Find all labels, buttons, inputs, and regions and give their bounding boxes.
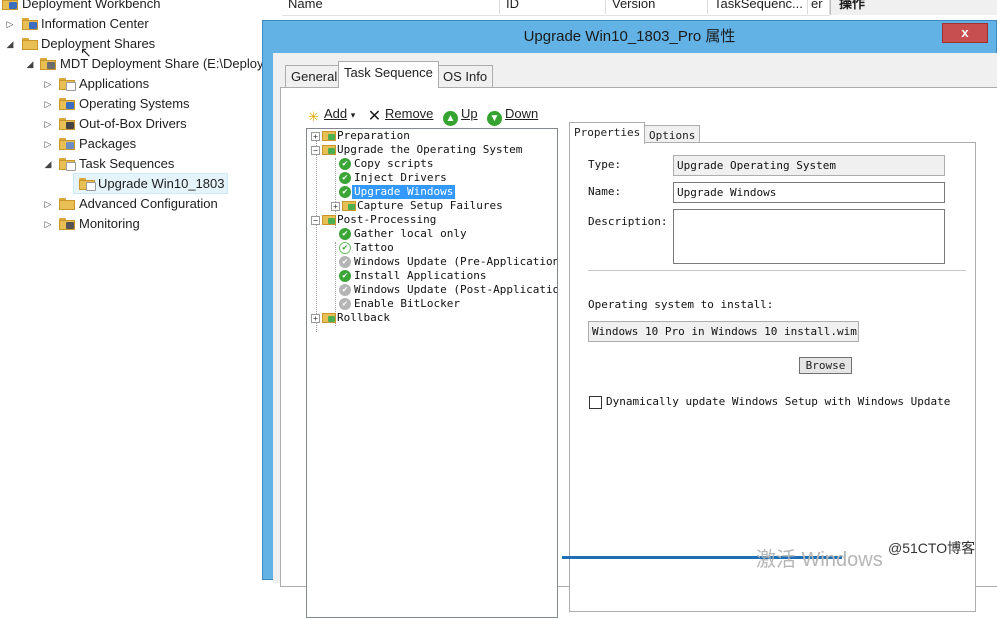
- console-tree: Deployment Workbench ▷ Information Cente…: [0, 0, 280, 569]
- column-header-id[interactable]: ID: [500, 0, 606, 14]
- sparkle-icon: ✳: [308, 109, 319, 124]
- remove-button[interactable]: ✕ Remove: [367, 104, 434, 125]
- group-folder-icon: [322, 145, 336, 155]
- check-icon: ✔: [339, 270, 351, 282]
- task-sequence-item-icon: [79, 178, 96, 191]
- collapse-minus-icon[interactable]: −: [311, 216, 320, 225]
- drivers-folder-icon: [59, 118, 75, 130]
- expand-plus-icon[interactable]: +: [311, 314, 320, 323]
- arrow-down-icon: ▼: [487, 111, 502, 126]
- mouse-cursor-icon: ↖: [80, 44, 92, 60]
- collapse-minus-icon[interactable]: −: [311, 146, 320, 155]
- workbench-icon: [2, 0, 18, 10]
- expand-arrow-icon[interactable]: ▷: [43, 114, 53, 134]
- dialog-client: General Task Sequence OS Info ✳ Add ▾ ✕ Re…: [273, 53, 997, 618]
- tab-properties[interactable]: Properties: [569, 122, 646, 144]
- check-icon: ✔: [339, 158, 351, 170]
- monitoring-folder-icon: [59, 218, 75, 230]
- folder-icon: [22, 38, 38, 50]
- check-icon: ✔: [339, 186, 351, 198]
- description-field[interactable]: [673, 209, 945, 264]
- close-icon: ✕: [367, 108, 382, 125]
- os-folder-icon: [59, 98, 75, 110]
- actions-pane-header: 操作: [830, 0, 997, 15]
- expand-arrow-icon[interactable]: ▷: [43, 94, 53, 114]
- arrow-up-icon: ▲: [443, 111, 458, 126]
- folder-icon: [59, 198, 75, 210]
- name-field[interactable]: Upgrade Windows: [673, 182, 945, 203]
- down-button[interactable]: ▼ Down: [487, 104, 538, 126]
- expand-arrow-icon[interactable]: ▷: [5, 14, 15, 34]
- tab-os-info[interactable]: OS Info: [437, 65, 494, 87]
- column-header-name[interactable]: Name: [282, 0, 500, 14]
- collapse-arrow-icon[interactable]: ◢: [5, 34, 15, 54]
- group-folder-icon: [322, 131, 336, 141]
- column-header-version[interactable]: Version: [606, 0, 708, 14]
- expand-arrow-icon[interactable]: ▷: [43, 134, 53, 154]
- up-button[interactable]: ▲ Up: [443, 104, 478, 126]
- task-sequence-tree: + Preparation − Upgrade the Operating Sy…: [306, 128, 558, 618]
- dynamic-update-checkbox[interactable]: [589, 396, 602, 409]
- check-outline-icon: ✔: [339, 242, 351, 254]
- type-label: Type:: [588, 158, 622, 171]
- add-button[interactable]: ✳ Add ▾: [306, 104, 355, 124]
- task-sequences-folder-icon: [59, 158, 76, 171]
- browse-button[interactable]: Browse: [799, 357, 852, 374]
- expand-plus-icon[interactable]: +: [311, 132, 320, 141]
- source-credit: @51CTO博客: [888, 540, 976, 556]
- close-button[interactable]: x: [942, 23, 988, 43]
- collapse-arrow-icon[interactable]: ◢: [43, 154, 53, 174]
- separator: [588, 270, 966, 271]
- tree-line: [316, 136, 317, 332]
- properties-dialog: Upgrade Win10_1803_Pro 属性 x General Task…: [262, 20, 997, 618]
- expand-arrow-icon[interactable]: ▷: [43, 74, 53, 94]
- description-label: Description:: [588, 215, 668, 228]
- tab-task-sequence[interactable]: Task Sequence: [338, 61, 439, 88]
- os-field: Windows 10 Pro in Windows 10 install.wim: [588, 321, 859, 342]
- actions-title: 操作: [839, 0, 866, 11]
- disabled-step-icon: ✔: [339, 298, 351, 310]
- dialog-title: Upgrade Win10_1803_Pro 属性: [523, 28, 736, 45]
- group-folder-icon: [322, 313, 336, 323]
- tab-general[interactable]: General: [285, 65, 344, 87]
- expand-plus-icon[interactable]: +: [331, 202, 340, 211]
- activation-watermark: 激活 Windows: [756, 549, 883, 571]
- os-label: Operating system to install:: [588, 298, 774, 311]
- applications-folder-icon: [59, 78, 76, 91]
- group-folder-icon: [322, 215, 336, 225]
- column-header-tasksequence[interactable]: TaskSequenc...: [708, 0, 808, 14]
- result-list-header: Name ID Version TaskSequenc... er: [282, 0, 830, 16]
- name-label: Name:: [588, 185, 622, 198]
- group-folder-icon: [342, 201, 356, 211]
- dynamic-update-label[interactable]: Dynamically update Windows Setup with Wi…: [606, 395, 950, 408]
- check-icon: ✔: [339, 228, 351, 240]
- type-field: Upgrade Operating System: [673, 155, 945, 176]
- expand-arrow-icon[interactable]: ▷: [43, 194, 53, 214]
- packages-folder-icon: [59, 138, 75, 150]
- expand-arrow-icon[interactable]: ▷: [43, 214, 53, 234]
- share-folder-icon: [40, 58, 56, 70]
- disabled-step-icon: ✔: [339, 284, 351, 296]
- info-folder-icon: [22, 18, 38, 30]
- collapse-arrow-icon[interactable]: ◢: [25, 54, 35, 74]
- check-icon: ✔: [339, 172, 351, 184]
- disabled-step-icon: ✔: [339, 256, 351, 268]
- column-header-extra[interactable]: er: [808, 0, 830, 14]
- dropdown-arrow-icon: ▾: [350, 110, 356, 120]
